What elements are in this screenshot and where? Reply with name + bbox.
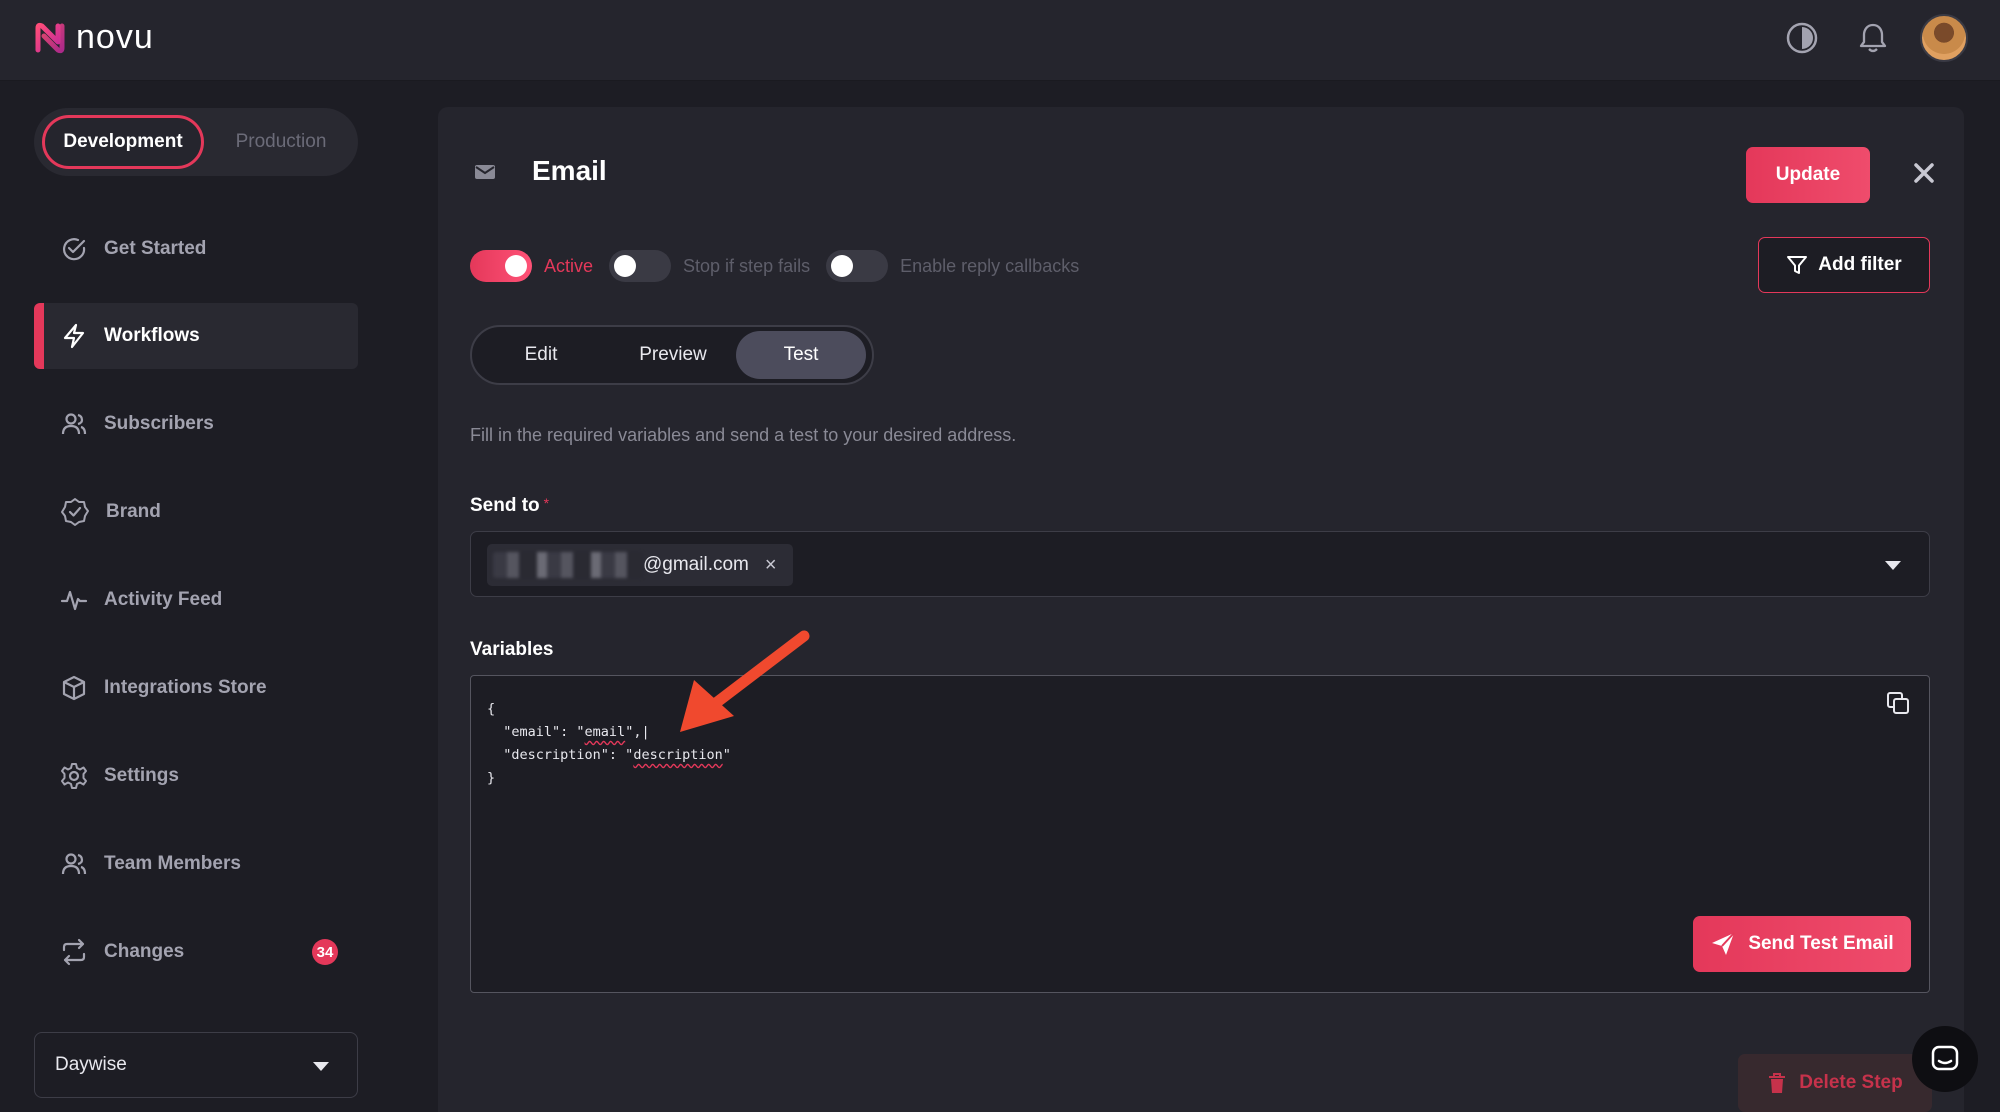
tab-test[interactable]: Test bbox=[736, 331, 866, 379]
delete-step-button[interactable]: Delete Step bbox=[1738, 1054, 1932, 1112]
close-icon[interactable] bbox=[1908, 157, 1940, 189]
enable-reply-callbacks-label: Enable reply callbacks bbox=[900, 255, 1080, 276]
add-filter-label: Add filter bbox=[1818, 254, 1902, 275]
code-line: } bbox=[487, 770, 496, 786]
users-icon bbox=[61, 413, 87, 435]
environment-production-button[interactable]: Production bbox=[212, 115, 350, 169]
copy-icon[interactable] bbox=[1885, 690, 1911, 716]
remove-recipient-icon[interactable]: × bbox=[765, 554, 777, 577]
sidebar-item-brand[interactable]: Brand bbox=[34, 479, 358, 545]
code-value: description bbox=[633, 747, 723, 763]
organization-select[interactable]: Daywise bbox=[34, 1032, 358, 1098]
sidebar-item-settings[interactable]: Settings bbox=[34, 743, 358, 809]
activity-icon bbox=[60, 590, 88, 611]
toggle-knob bbox=[505, 255, 527, 277]
enable-reply-callbacks-toggle[interactable] bbox=[826, 250, 889, 282]
theme-toggle-icon[interactable] bbox=[1782, 18, 1822, 58]
support-chat-button[interactable] bbox=[1912, 1026, 1978, 1092]
filter-icon bbox=[1787, 256, 1808, 274]
tab-preview[interactable]: Preview bbox=[608, 331, 738, 379]
active-toggle[interactable] bbox=[470, 250, 532, 282]
send-test-email-label: Send Test Email bbox=[1748, 933, 1894, 954]
sidebar: Development Production Get Started Workf… bbox=[0, 82, 380, 1112]
box-icon bbox=[62, 675, 86, 701]
send-test-email-button[interactable]: Send Test Email bbox=[1693, 916, 1911, 972]
sidebar-item-label: Workflows bbox=[104, 325, 200, 346]
sidebar-item-label: Subscribers bbox=[104, 413, 214, 434]
sidebar-item-label: Integrations Store bbox=[104, 677, 267, 698]
bolt-icon bbox=[63, 323, 85, 349]
sidebar-item-label: Activity Feed bbox=[104, 589, 223, 610]
recipient-email-domain: @gmail.com bbox=[643, 554, 749, 575]
variables-label: Variables bbox=[470, 639, 554, 660]
sidebar-item-team-members[interactable]: Team Members bbox=[34, 831, 358, 897]
logo-text: novu bbox=[76, 18, 154, 56]
tab-edit[interactable]: Edit bbox=[476, 331, 606, 379]
chat-icon bbox=[1931, 1045, 1959, 1071]
stop-if-step-fails-toggle[interactable] bbox=[609, 250, 672, 282]
sidebar-item-label: Changes bbox=[104, 941, 185, 962]
step-editor-panel: Email Update Active Stop if step fails E… bbox=[438, 107, 1964, 1112]
sidebar-item-label: Brand bbox=[106, 501, 161, 522]
team-icon bbox=[61, 853, 87, 875]
environment-switch: Development Production bbox=[34, 108, 358, 176]
sidebar-item-workflows[interactable]: Workflows bbox=[34, 303, 358, 369]
organization-name: Daywise bbox=[55, 1054, 127, 1075]
caret-down-icon[interactable] bbox=[1885, 561, 1901, 570]
badge-check-icon bbox=[61, 498, 89, 526]
panel-title: Email bbox=[532, 155, 607, 186]
send-to-select[interactable]: @gmail.com × bbox=[470, 531, 1930, 597]
user-avatar[interactable] bbox=[1920, 14, 1968, 62]
code-value: email bbox=[584, 724, 626, 740]
send-to-label-text: Send to bbox=[470, 495, 540, 516]
sidebar-item-label: Team Members bbox=[104, 853, 241, 874]
novu-logo-icon bbox=[35, 22, 65, 53]
send-to-label: Send to * bbox=[470, 495, 549, 517]
add-filter-button[interactable]: Add filter bbox=[1758, 237, 1930, 293]
annotation-arrow-icon bbox=[680, 630, 810, 732]
gear-icon bbox=[61, 763, 87, 789]
code-key: "email": " bbox=[503, 724, 585, 740]
sidebar-item-subscribers[interactable]: Subscribers bbox=[34, 391, 358, 457]
sidebar-item-changes[interactable]: Changes 34 bbox=[34, 919, 358, 985]
top-bar: novu bbox=[0, 0, 2000, 81]
step-toggles: Active Stop if step fails Enable reply c… bbox=[470, 248, 1095, 284]
changes-count-badge: 34 bbox=[312, 939, 338, 965]
sidebar-item-label: Get Started bbox=[104, 238, 207, 259]
bell-icon[interactable] bbox=[1853, 18, 1893, 58]
code-key: "description": " bbox=[503, 747, 634, 763]
send-icon bbox=[1712, 932, 1736, 955]
step-tabs: Edit Preview Test bbox=[470, 325, 874, 385]
caret-down-icon bbox=[313, 1062, 329, 1071]
code-line: { bbox=[487, 701, 496, 717]
envelope-icon bbox=[475, 165, 495, 179]
required-mark: * bbox=[543, 495, 550, 511]
code-punct: ", bbox=[625, 724, 642, 740]
novu-logo[interactable]: novu bbox=[32, 18, 154, 57]
toggle-knob bbox=[831, 255, 854, 277]
stop-if-step-fails-label: Stop if step fails bbox=[683, 255, 811, 276]
delete-step-label: Delete Step bbox=[1799, 1072, 1903, 1093]
sidebar-item-activity-feed[interactable]: Activity Feed bbox=[34, 567, 358, 633]
sidebar-item-get-started[interactable]: Get Started bbox=[34, 216, 358, 282]
sidebar-item-integrations-store[interactable]: Integrations Store bbox=[34, 655, 358, 721]
repeat-icon bbox=[62, 938, 86, 966]
test-description: Fill in the required variables and send … bbox=[470, 425, 1017, 445]
active-label: Active bbox=[544, 255, 594, 276]
update-button[interactable]: Update bbox=[1746, 147, 1870, 203]
redacted-email-prefix bbox=[493, 552, 643, 578]
code-punct: " bbox=[722, 747, 731, 763]
sidebar-item-label: Settings bbox=[104, 765, 179, 786]
check-circle-icon bbox=[63, 238, 86, 261]
environment-development-button[interactable]: Development bbox=[42, 115, 204, 169]
trash-icon bbox=[1769, 1073, 1786, 1093]
recipient-chip: @gmail.com × bbox=[487, 544, 793, 586]
toggle-knob bbox=[614, 255, 637, 277]
